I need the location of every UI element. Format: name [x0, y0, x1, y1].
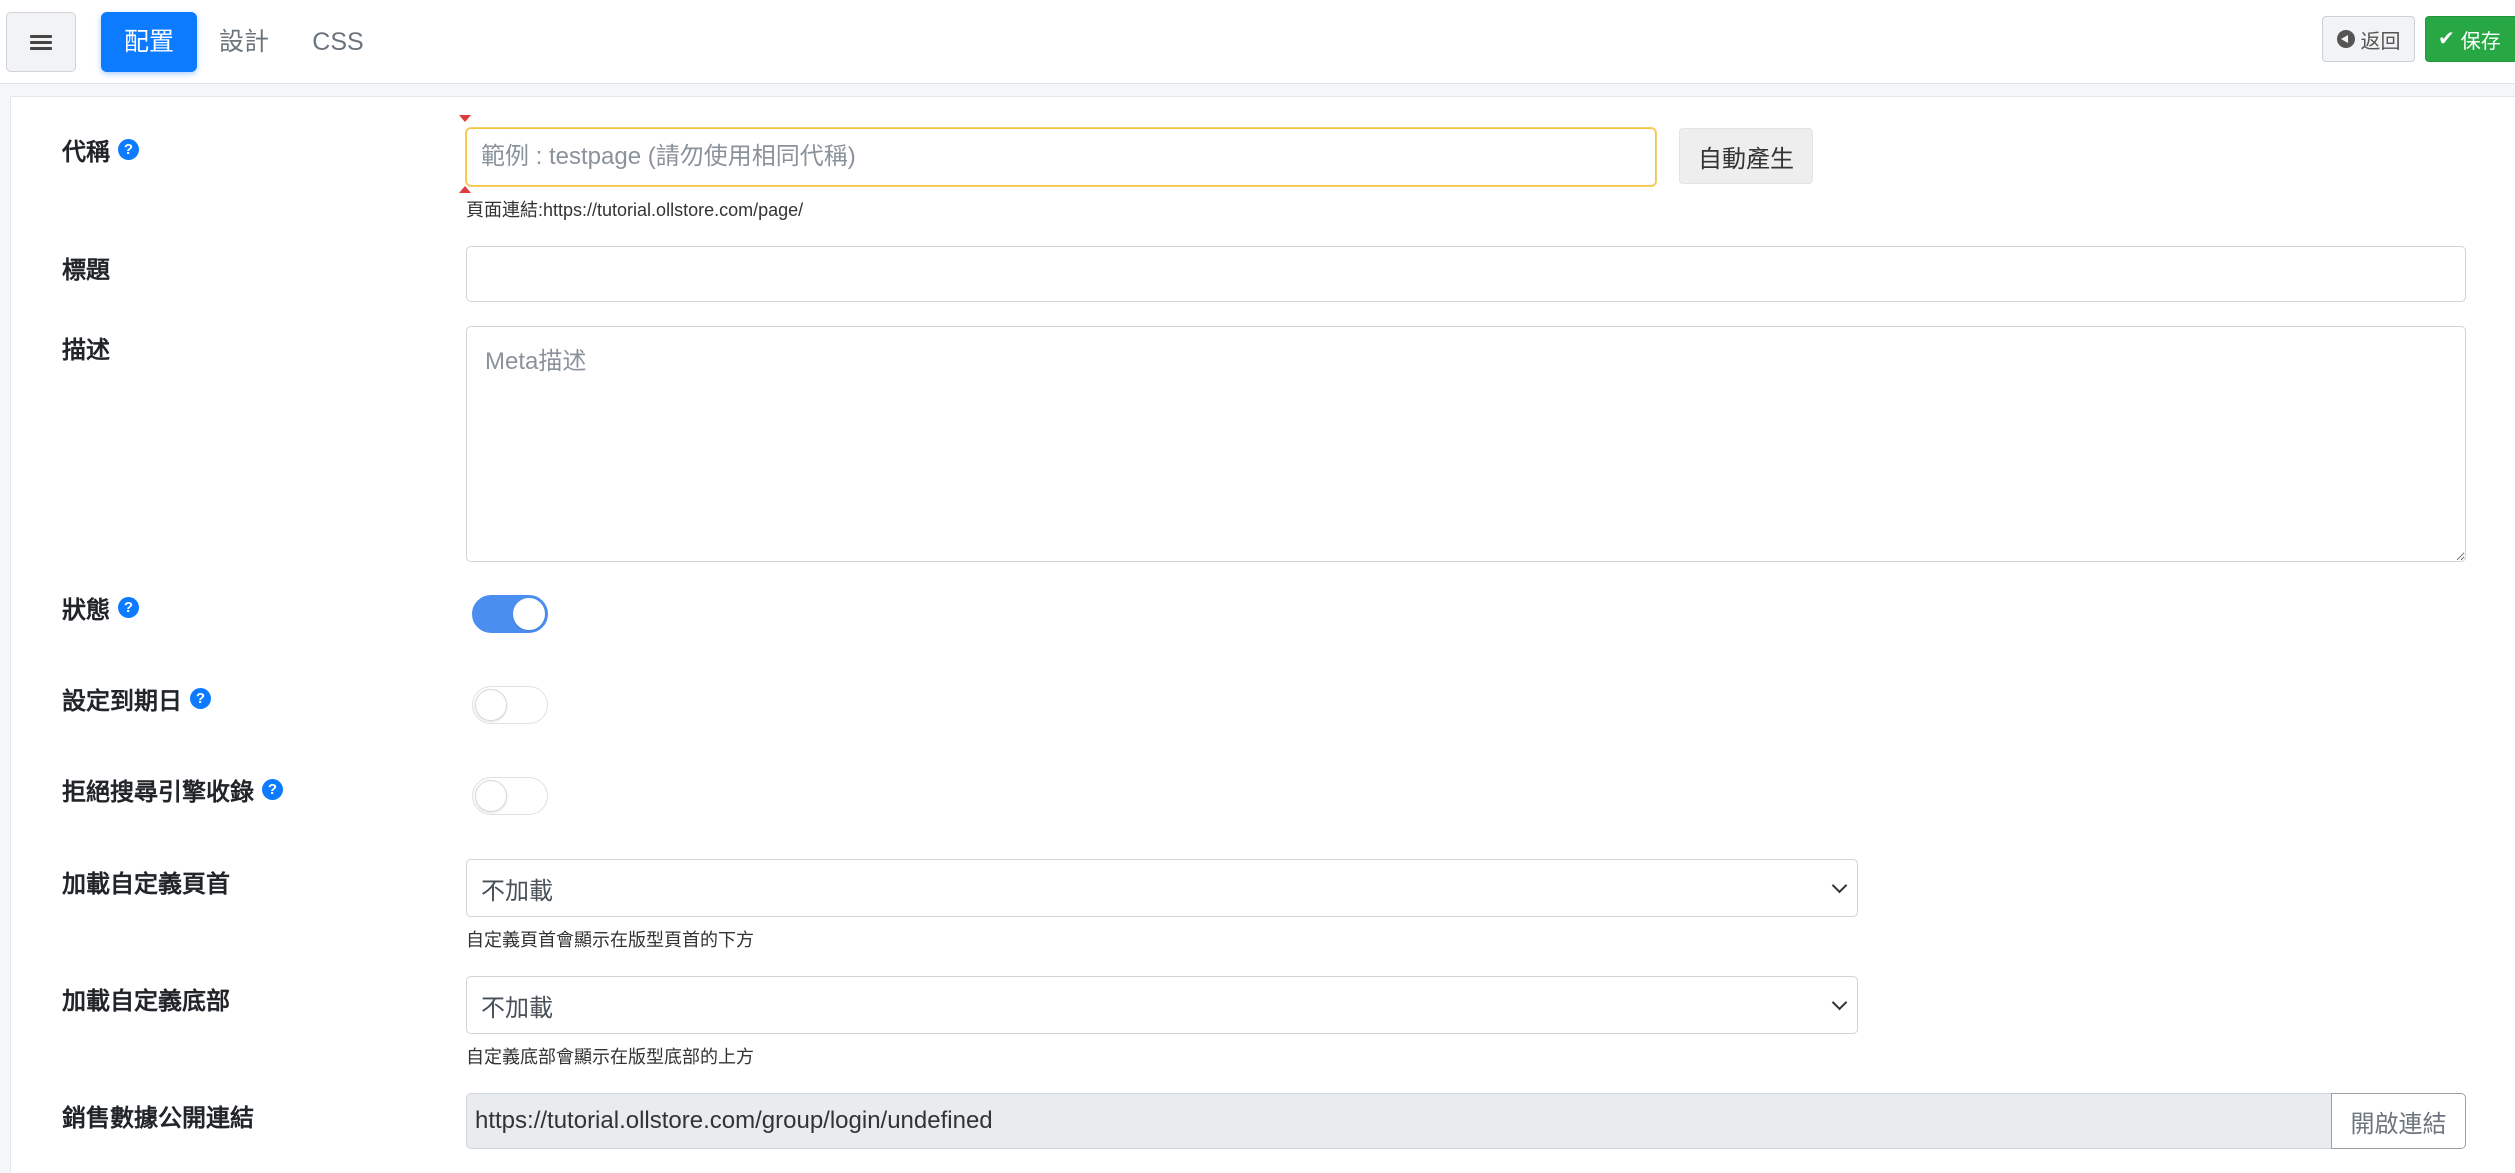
- expiry-toggle[interactable]: [472, 686, 548, 724]
- check-icon: ✔: [2438, 28, 2455, 50]
- expiry-label-text: 設定到期日: [62, 688, 182, 715]
- slug-input[interactable]: [466, 128, 1656, 186]
- question-circle-icon[interactable]: ?: [118, 139, 139, 160]
- open-link-button[interactable]: 開啟連結: [2331, 1093, 2466, 1149]
- slug-label-text: 代稱: [62, 139, 110, 166]
- title-input[interactable]: [466, 246, 2466, 302]
- toggle-knob: [475, 689, 507, 721]
- slug-label: 代稱 ?: [62, 132, 139, 167]
- resize-handle-bottom-icon: [459, 186, 471, 193]
- expiry-label: 設定到期日 ?: [62, 681, 211, 716]
- sales-link-label: 銷售數據公開連結: [62, 1098, 254, 1133]
- custom-footer-select[interactable]: 不加載: [466, 976, 1858, 1034]
- back-button[interactable]: 返回: [2322, 16, 2415, 62]
- save-button[interactable]: ✔ 保存: [2425, 16, 2515, 62]
- hamburger-icon: [30, 32, 52, 53]
- custom-footer-selected: 不加載: [481, 994, 553, 1022]
- title-label: 標題: [62, 250, 110, 285]
- toggle-knob: [475, 780, 507, 812]
- question-circle-icon[interactable]: ?: [118, 597, 139, 618]
- save-button-label: 保存: [2460, 30, 2501, 53]
- toggle-knob: [513, 598, 545, 630]
- top-toolbar: 配置 設計 CSS 返回 ✔ 保存: [0, 0, 2515, 84]
- tab-config[interactable]: 配置: [101, 12, 197, 72]
- slug-help-text: 頁面連結:https://tutorial.ollstore.com/page/: [466, 200, 804, 220]
- custom-footer-help-text: 自定義底部會顯示在版型底部的上方: [466, 1047, 754, 1067]
- status-toggle[interactable]: [472, 595, 548, 633]
- noindex-toggle[interactable]: [472, 777, 548, 815]
- sales-link-input[interactable]: [466, 1093, 2332, 1149]
- question-circle-icon[interactable]: ?: [262, 779, 283, 800]
- chevron-down-icon: [1831, 994, 1848, 1011]
- custom-header-label-text: 加載自定義頁首: [62, 871, 230, 898]
- title-label-text: 標題: [62, 257, 110, 284]
- status-label: 狀態 ?: [62, 590, 139, 625]
- question-circle-icon[interactable]: ?: [190, 688, 211, 709]
- tab-css[interactable]: CSS: [306, 12, 370, 72]
- sales-link-label-text: 銷售數據公開連結: [62, 1105, 254, 1132]
- noindex-label-text: 拒絕搜尋引擎收錄: [62, 779, 254, 806]
- resize-handle-top-icon: [459, 115, 471, 122]
- tab-design[interactable]: 設計: [212, 12, 276, 72]
- arrow-circle-left-icon: [2336, 30, 2355, 48]
- menu-toggle-button[interactable]: [6, 12, 76, 72]
- custom-header-select[interactable]: 不加載: [466, 859, 1858, 917]
- custom-header-selected: 不加載: [481, 877, 553, 905]
- custom-header-label: 加載自定義頁首: [62, 864, 230, 899]
- custom-footer-label-text: 加載自定義底部: [62, 988, 230, 1015]
- custom-footer-label: 加載自定義底部: [62, 981, 230, 1016]
- description-textarea[interactable]: [466, 326, 2466, 562]
- auto-generate-button[interactable]: 自動產生: [1679, 128, 1813, 184]
- custom-header-help-text: 自定義頁首會顯示在版型頁首的下方: [466, 930, 754, 950]
- description-label: 描述: [62, 330, 110, 365]
- status-label-text: 狀態: [62, 597, 110, 624]
- noindex-label: 拒絕搜尋引擎收錄 ?: [62, 772, 283, 807]
- chevron-down-icon: [1831, 877, 1848, 894]
- back-button-label: 返回: [2360, 30, 2401, 53]
- description-label-text: 描述: [62, 337, 110, 364]
